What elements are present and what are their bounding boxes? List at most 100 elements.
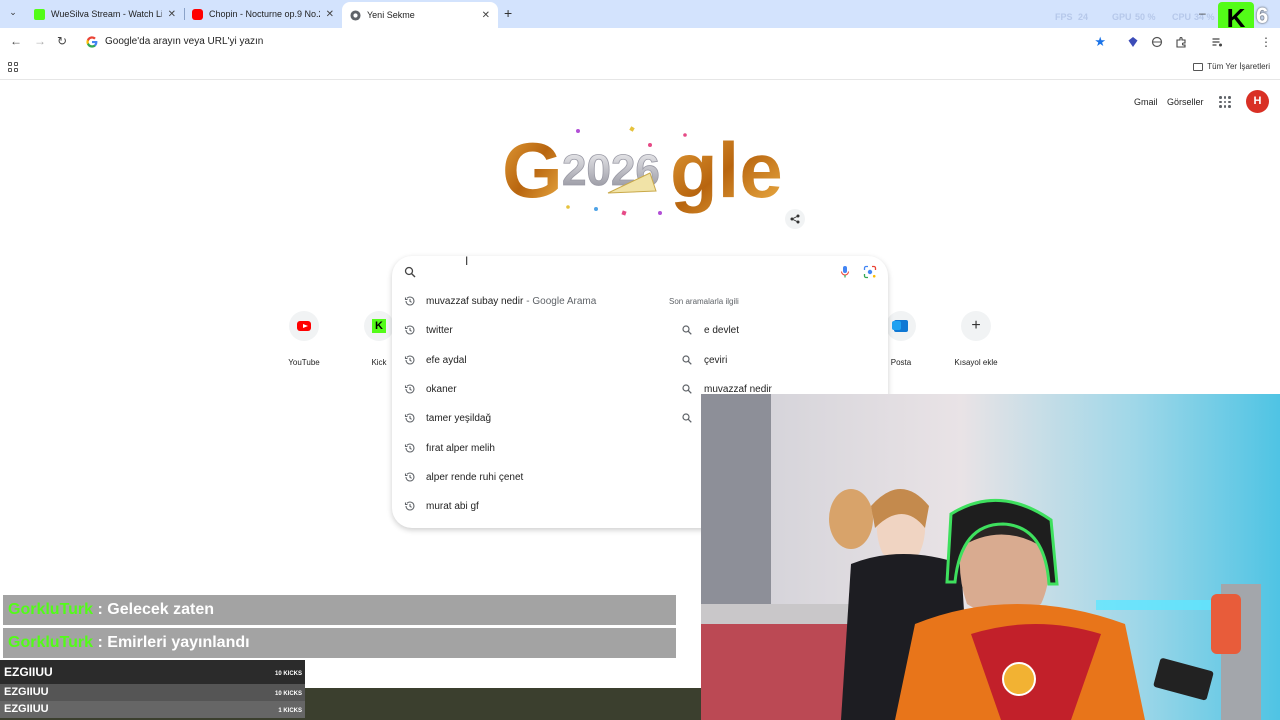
history-icon (404, 501, 415, 511)
kick-gift-row: EZGIIUU 1 KICKS (0, 701, 305, 718)
suggestion-text: tamer yeşildağ (426, 412, 492, 424)
related-suggestion[interactable]: e devlet (682, 320, 739, 340)
webcam-feed (701, 394, 1280, 720)
gpu-label: GPU (1112, 12, 1132, 22)
kick-amount: 10 KICKS (274, 671, 302, 677)
suggestion-text: twitter (426, 324, 453, 336)
chat-separator: : (97, 601, 103, 618)
shortcut-add[interactable]: + Kısayol ekle (946, 311, 1006, 367)
share-doodle-button[interactable] (785, 209, 805, 229)
youtube-icon (289, 311, 319, 341)
account-avatar[interactable]: H (1246, 90, 1269, 113)
svg-text:G: G (502, 126, 563, 214)
history-icon (404, 413, 415, 423)
gmail-link[interactable]: Gmail (1134, 97, 1158, 107)
chat-username: GorkluTurk (8, 601, 94, 618)
reload-icon[interactable]: ↻ (57, 34, 67, 48)
suggestion-text: fırat alper melih (426, 442, 495, 454)
forward-arrow-icon[interactable]: → (34, 34, 46, 48)
google-doodle[interactable]: G gle 2026 (500, 115, 784, 225)
suggestion-text: muvazzaf subay nedir (426, 295, 524, 307)
search-icon (682, 384, 692, 394)
extension-gem-icon[interactable] (1127, 36, 1139, 48)
bookmark-star-icon[interactable]: ★ (1094, 34, 1106, 50)
all-bookmarks-button[interactable]: Tüm Yer İşaretleri (1193, 62, 1270, 71)
youtube-favicon-icon (192, 8, 203, 20)
tab-search-dropdown-icon[interactable]: ⌄ (5, 7, 21, 21)
related-suggestion[interactable]: çeviri (682, 350, 727, 370)
apps-grid-icon[interactable] (8, 62, 18, 72)
close-tab-icon[interactable]: ✕ (168, 9, 176, 20)
search-icon (404, 266, 416, 278)
omnibox[interactable]: Google'da arayın veya URL'yi yazın ★ (80, 31, 1116, 53)
google-g-icon (86, 36, 98, 48)
search-icon (682, 355, 692, 365)
history-icon (404, 355, 415, 365)
minimize-icon[interactable]: – (1199, 6, 1206, 20)
google-apps-icon[interactable] (1219, 96, 1231, 108)
tab-title: WueSilva Stream - Watch Live o (51, 9, 162, 19)
related-searches-heading: Son aramalarla ilgili (669, 297, 739, 306)
images-link[interactable]: Görseller (1167, 97, 1204, 107)
history-icon (404, 325, 415, 335)
back-arrow-icon[interactable]: ← (10, 34, 22, 48)
history-suggestion[interactable]: twitter (404, 320, 453, 340)
extension-vpn-icon[interactable] (1151, 36, 1163, 48)
suggestion-text: alper rende ruhi çenet (426, 471, 524, 483)
tab-new-tab[interactable]: Yeni Sekme ✕ (342, 2, 498, 28)
history-suggestion[interactable]: tamer yeşildağ (404, 408, 491, 428)
tab-title: Yeni Sekme (367, 10, 415, 20)
kick-favicon-icon (34, 8, 45, 20)
suggestion-suffix: - Google Arama (526, 295, 597, 307)
gpu-value: 50 % (1135, 12, 1156, 22)
kick-gift-row: EZGIIUU 10 KICKS (0, 660, 305, 684)
kick-gift-row: EZGIIUU 10 KICKS (0, 684, 305, 701)
outlook-mail-icon (886, 311, 916, 341)
svg-text:gle: gle (670, 126, 783, 214)
kick-username: EZGIIUU (4, 686, 49, 698)
related-text: çeviri (704, 354, 728, 366)
all-bookmarks-label: Tüm Yer İşaretleri (1207, 62, 1270, 71)
chat-text: Gelecek zaten (107, 601, 215, 618)
history-suggestion[interactable]: muvazzaf subay nedir - Google Arama (404, 291, 596, 311)
folder-icon (1193, 62, 1204, 71)
history-suggestion[interactable]: alper rende ruhi çenet (404, 467, 523, 487)
close-tab-icon[interactable]: ✕ (326, 9, 334, 20)
history-suggestion[interactable]: okaner (404, 379, 457, 399)
extensions-puzzle-icon[interactable] (1175, 36, 1187, 48)
webcam-scene (701, 394, 1280, 720)
chrome-menu-icon[interactable]: ⋮ (1260, 36, 1272, 48)
suggestion-text: murat abi gf (426, 500, 479, 512)
google-lens-icon[interactable] (863, 265, 877, 279)
search-input[interactable] (422, 263, 822, 281)
close-tab-icon[interactable]: ✕ (482, 10, 490, 21)
tab-strip: ⌄ WueSilva Stream - Watch Live o ✕ Chopi… (0, 0, 1280, 34)
new-tab-icon[interactable]: + (504, 5, 512, 21)
search-icon (682, 325, 692, 335)
add-shortcut-icon: + (961, 311, 991, 341)
related-text: muvazzaf nedir (704, 383, 772, 395)
bookmarks-bar: Tüm Yer İşaretleri (0, 56, 1280, 80)
tab-chopin[interactable]: Chopin - Nocturne op.9 No.2 - ✕ (184, 3, 342, 25)
history-icon (404, 472, 415, 482)
history-icon (404, 296, 415, 306)
toolbar: ← → ↻ Google'da arayın veya URL'yi yazın… (0, 28, 1280, 78)
history-suggestion[interactable]: efe aydal (404, 350, 467, 370)
voice-search-icon[interactable] (840, 265, 850, 279)
chat-separator: : (97, 634, 103, 651)
history-icon (404, 384, 415, 394)
kick-icon: K (364, 311, 394, 341)
shortcut-youtube[interactable]: YouTube (274, 311, 334, 367)
kick-username: EZGIIUU (4, 665, 53, 679)
history-suggestion[interactable]: murat abi gf (404, 496, 479, 516)
suggestion-text: efe aydal (426, 354, 467, 366)
share-icon (790, 214, 800, 224)
related-text: e devlet (704, 324, 740, 336)
history-suggestion[interactable]: fırat alper melih (404, 438, 495, 458)
omnibox-placeholder: Google'da arayın veya URL'yi yazın (105, 36, 264, 47)
kick-amount: 1 KICKS (278, 708, 302, 714)
chat-message: GorkluTurk : Emirleri yayınlandı (3, 628, 676, 658)
tab-wuesilva[interactable]: WueSilva Stream - Watch Live o ✕ (26, 3, 184, 25)
media-control-icon[interactable] (1211, 36, 1223, 48)
tab-title: Chopin - Nocturne op.9 No.2 - (209, 9, 320, 19)
